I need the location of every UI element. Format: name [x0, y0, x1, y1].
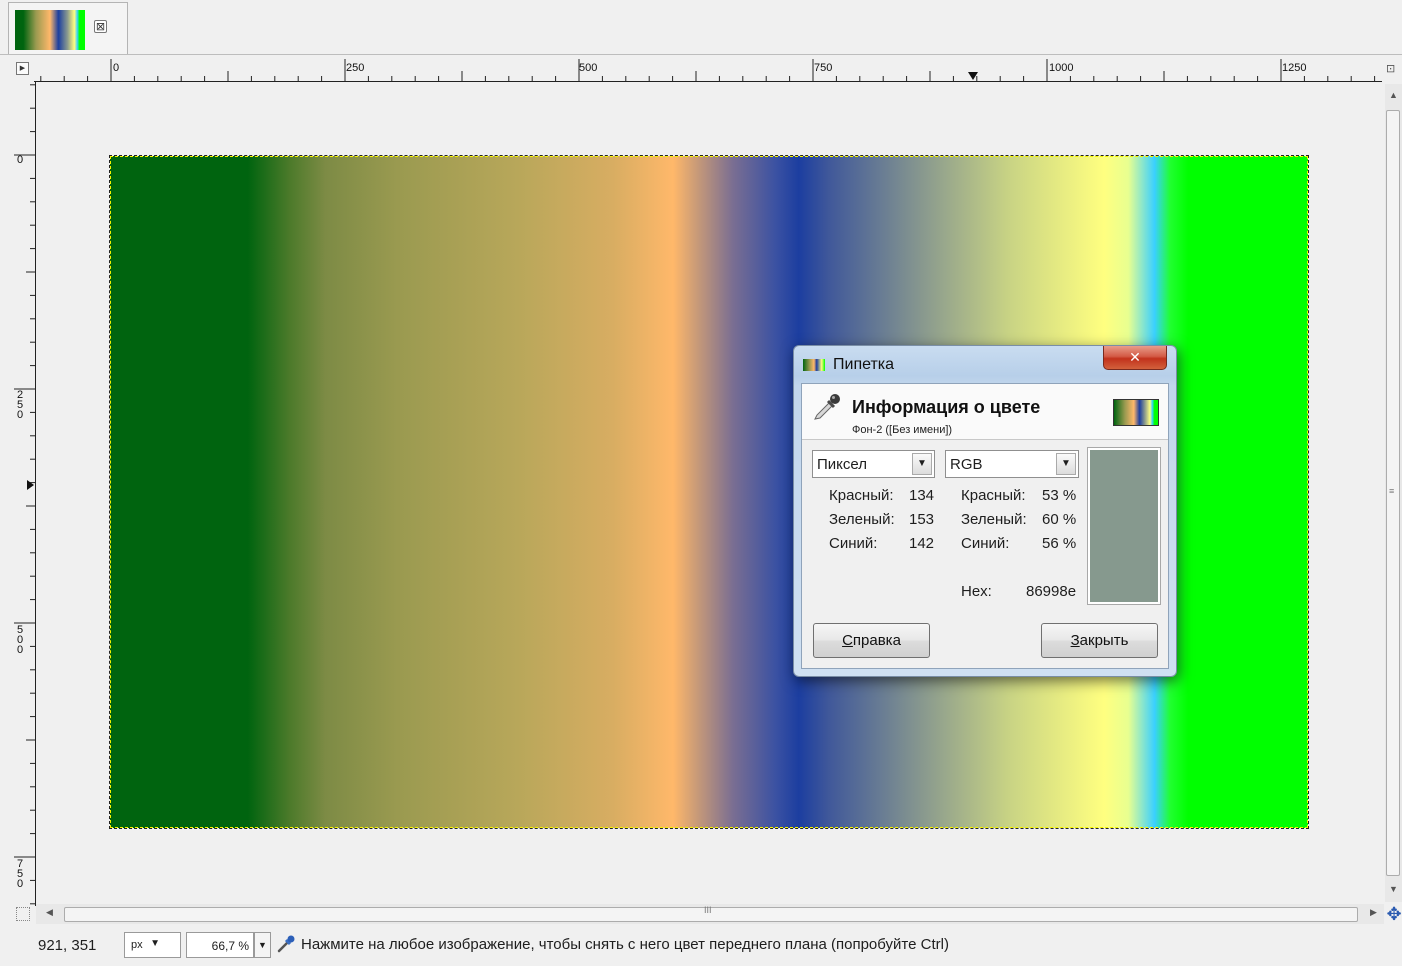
right-mode-value: RGB — [950, 456, 983, 473]
zoom-dropdown-button[interactable]: ▼ — [254, 932, 271, 958]
chevron-down-icon: ▼ — [1056, 453, 1076, 475]
status-message: Нажмите на любое изображение, чтобы снят… — [301, 936, 949, 953]
ruler-label: 250 — [346, 62, 365, 74]
rgb-green-value: 60 % — [1042, 511, 1077, 528]
ruler-label: 250 — [16, 389, 24, 421]
zoom-value: 66,7 % — [211, 939, 249, 953]
navigate-icon[interactable]: ✥ — [1386, 904, 1402, 924]
close-button-mnemonic: З — [1070, 632, 1080, 649]
color-picker-dialog: Пипетка ✕ Информация о цвете Фон-2 ([Без… — [793, 345, 1177, 677]
rgb-red-value: 53 % — [1042, 487, 1077, 504]
vertical-scrollbar[interactable]: ▲ ≡ ▼ — [1385, 84, 1402, 902]
pixel-green-value: 153 — [909, 511, 935, 528]
quick-mask-toggle[interactable] — [16, 907, 30, 921]
vertical-ruler-ticks — [14, 82, 36, 906]
dialog-title: Пипетка — [833, 356, 895, 373]
ruler-label: 750 — [814, 62, 833, 74]
ruler-label: 750 — [16, 858, 24, 890]
dialog-header: Информация о цвете Фон-2 ([Без имени]) — [802, 384, 1168, 440]
vertical-ruler: 0 250 500 750 — [10, 82, 36, 906]
help-button[interactable]: Справка — [813, 623, 930, 658]
rgb-red-label: Красный: — [961, 487, 1026, 504]
pixel-red-value: 134 — [909, 487, 935, 504]
rgb-blue-value: 56 % — [1042, 535, 1077, 552]
unit-value: px — [131, 939, 143, 951]
dialog-subheading: Фон-2 ([Без имени]) — [852, 424, 953, 436]
horizontal-scrollbar[interactable]: ◀ III ▶ — [36, 904, 1384, 924]
scroll-left-icon[interactable]: ◀ — [46, 907, 53, 918]
horizontal-ruler: 0 250 500 750 1000 1250 — [34, 56, 1382, 82]
help-button-label: правка — [852, 632, 901, 649]
ruler-label: 0 — [113, 62, 120, 74]
color-swatch — [1087, 447, 1161, 605]
scroll-grip-icon: ≡ — [1389, 486, 1395, 496]
ruler-label: 0 — [16, 154, 24, 166]
zoom-input[interactable]: 66,7 % — [186, 932, 254, 958]
menu-arrow-button[interactable]: ▶ — [16, 62, 29, 75]
image-tab-strip: ⊠ — [0, 0, 1402, 55]
dialog-app-icon — [803, 359, 825, 371]
scroll-up-icon[interactable]: ▲ — [1389, 90, 1398, 100]
image-thumbnail-icon — [15, 10, 85, 50]
dialog-body: Информация о цвете Фон-2 ([Без имени]) П… — [801, 383, 1169, 669]
pixel-red-label: Красный: — [829, 487, 894, 504]
pixel-blue-value: 142 — [909, 535, 935, 552]
tab-close-icon[interactable]: ⊠ — [94, 20, 107, 33]
hex-label: Hex: — [961, 583, 992, 600]
color-picker-icon — [814, 394, 840, 420]
scroll-down-icon[interactable]: ▼ — [1389, 884, 1398, 894]
horizontal-ruler-ticks — [34, 59, 1382, 82]
pixel-blue-label: Синий: — [829, 535, 878, 552]
image-thumbnail-icon — [1113, 399, 1159, 426]
dialog-heading: Информация о цвете — [852, 397, 1041, 417]
dialog-close-button[interactable]: ✕ — [1103, 346, 1167, 370]
color-picker-icon — [277, 935, 295, 953]
close-button-label: акрыть — [1079, 632, 1129, 649]
ruler-label: 1250 — [1282, 62, 1307, 74]
left-mode-select[interactable]: Пиксел ▼ — [812, 450, 935, 478]
image-tab[interactable]: ⊠ — [8, 2, 128, 54]
image-canvas[interactable] — [36, 82, 1382, 902]
rgb-blue-label: Синий: — [961, 535, 1010, 552]
help-button-mnemonic: С — [842, 632, 853, 649]
close-button[interactable]: Закрыть — [1041, 623, 1158, 658]
ruler-label: 500 — [16, 624, 24, 656]
status-bar: 921, 351 px ▼ 66,7 % ▼ Нажмите на любое … — [0, 926, 1402, 966]
unit-selector[interactable]: px ▼ — [124, 932, 181, 958]
chevron-down-icon: ▼ — [912, 453, 932, 475]
scroll-grip-icon: III — [704, 905, 712, 915]
pointer-coordinates: 921, 351 — [38, 937, 97, 954]
ruler-label: 1000 — [1049, 62, 1074, 74]
right-mode-select[interactable]: RGB ▼ — [945, 450, 1079, 478]
ruler-label: 500 — [579, 62, 598, 74]
left-mode-value: Пиксел — [817, 456, 867, 473]
scroll-right-icon[interactable]: ▶ — [1370, 907, 1377, 918]
chevron-down-icon: ▼ — [150, 938, 160, 949]
pixel-green-label: Зеленый: — [829, 511, 895, 528]
rgb-green-label: Зеленый: — [961, 511, 1027, 528]
zoom-to-fit-icon[interactable]: ⊡ — [1386, 62, 1400, 76]
hex-value: 86998e — [1026, 583, 1077, 600]
